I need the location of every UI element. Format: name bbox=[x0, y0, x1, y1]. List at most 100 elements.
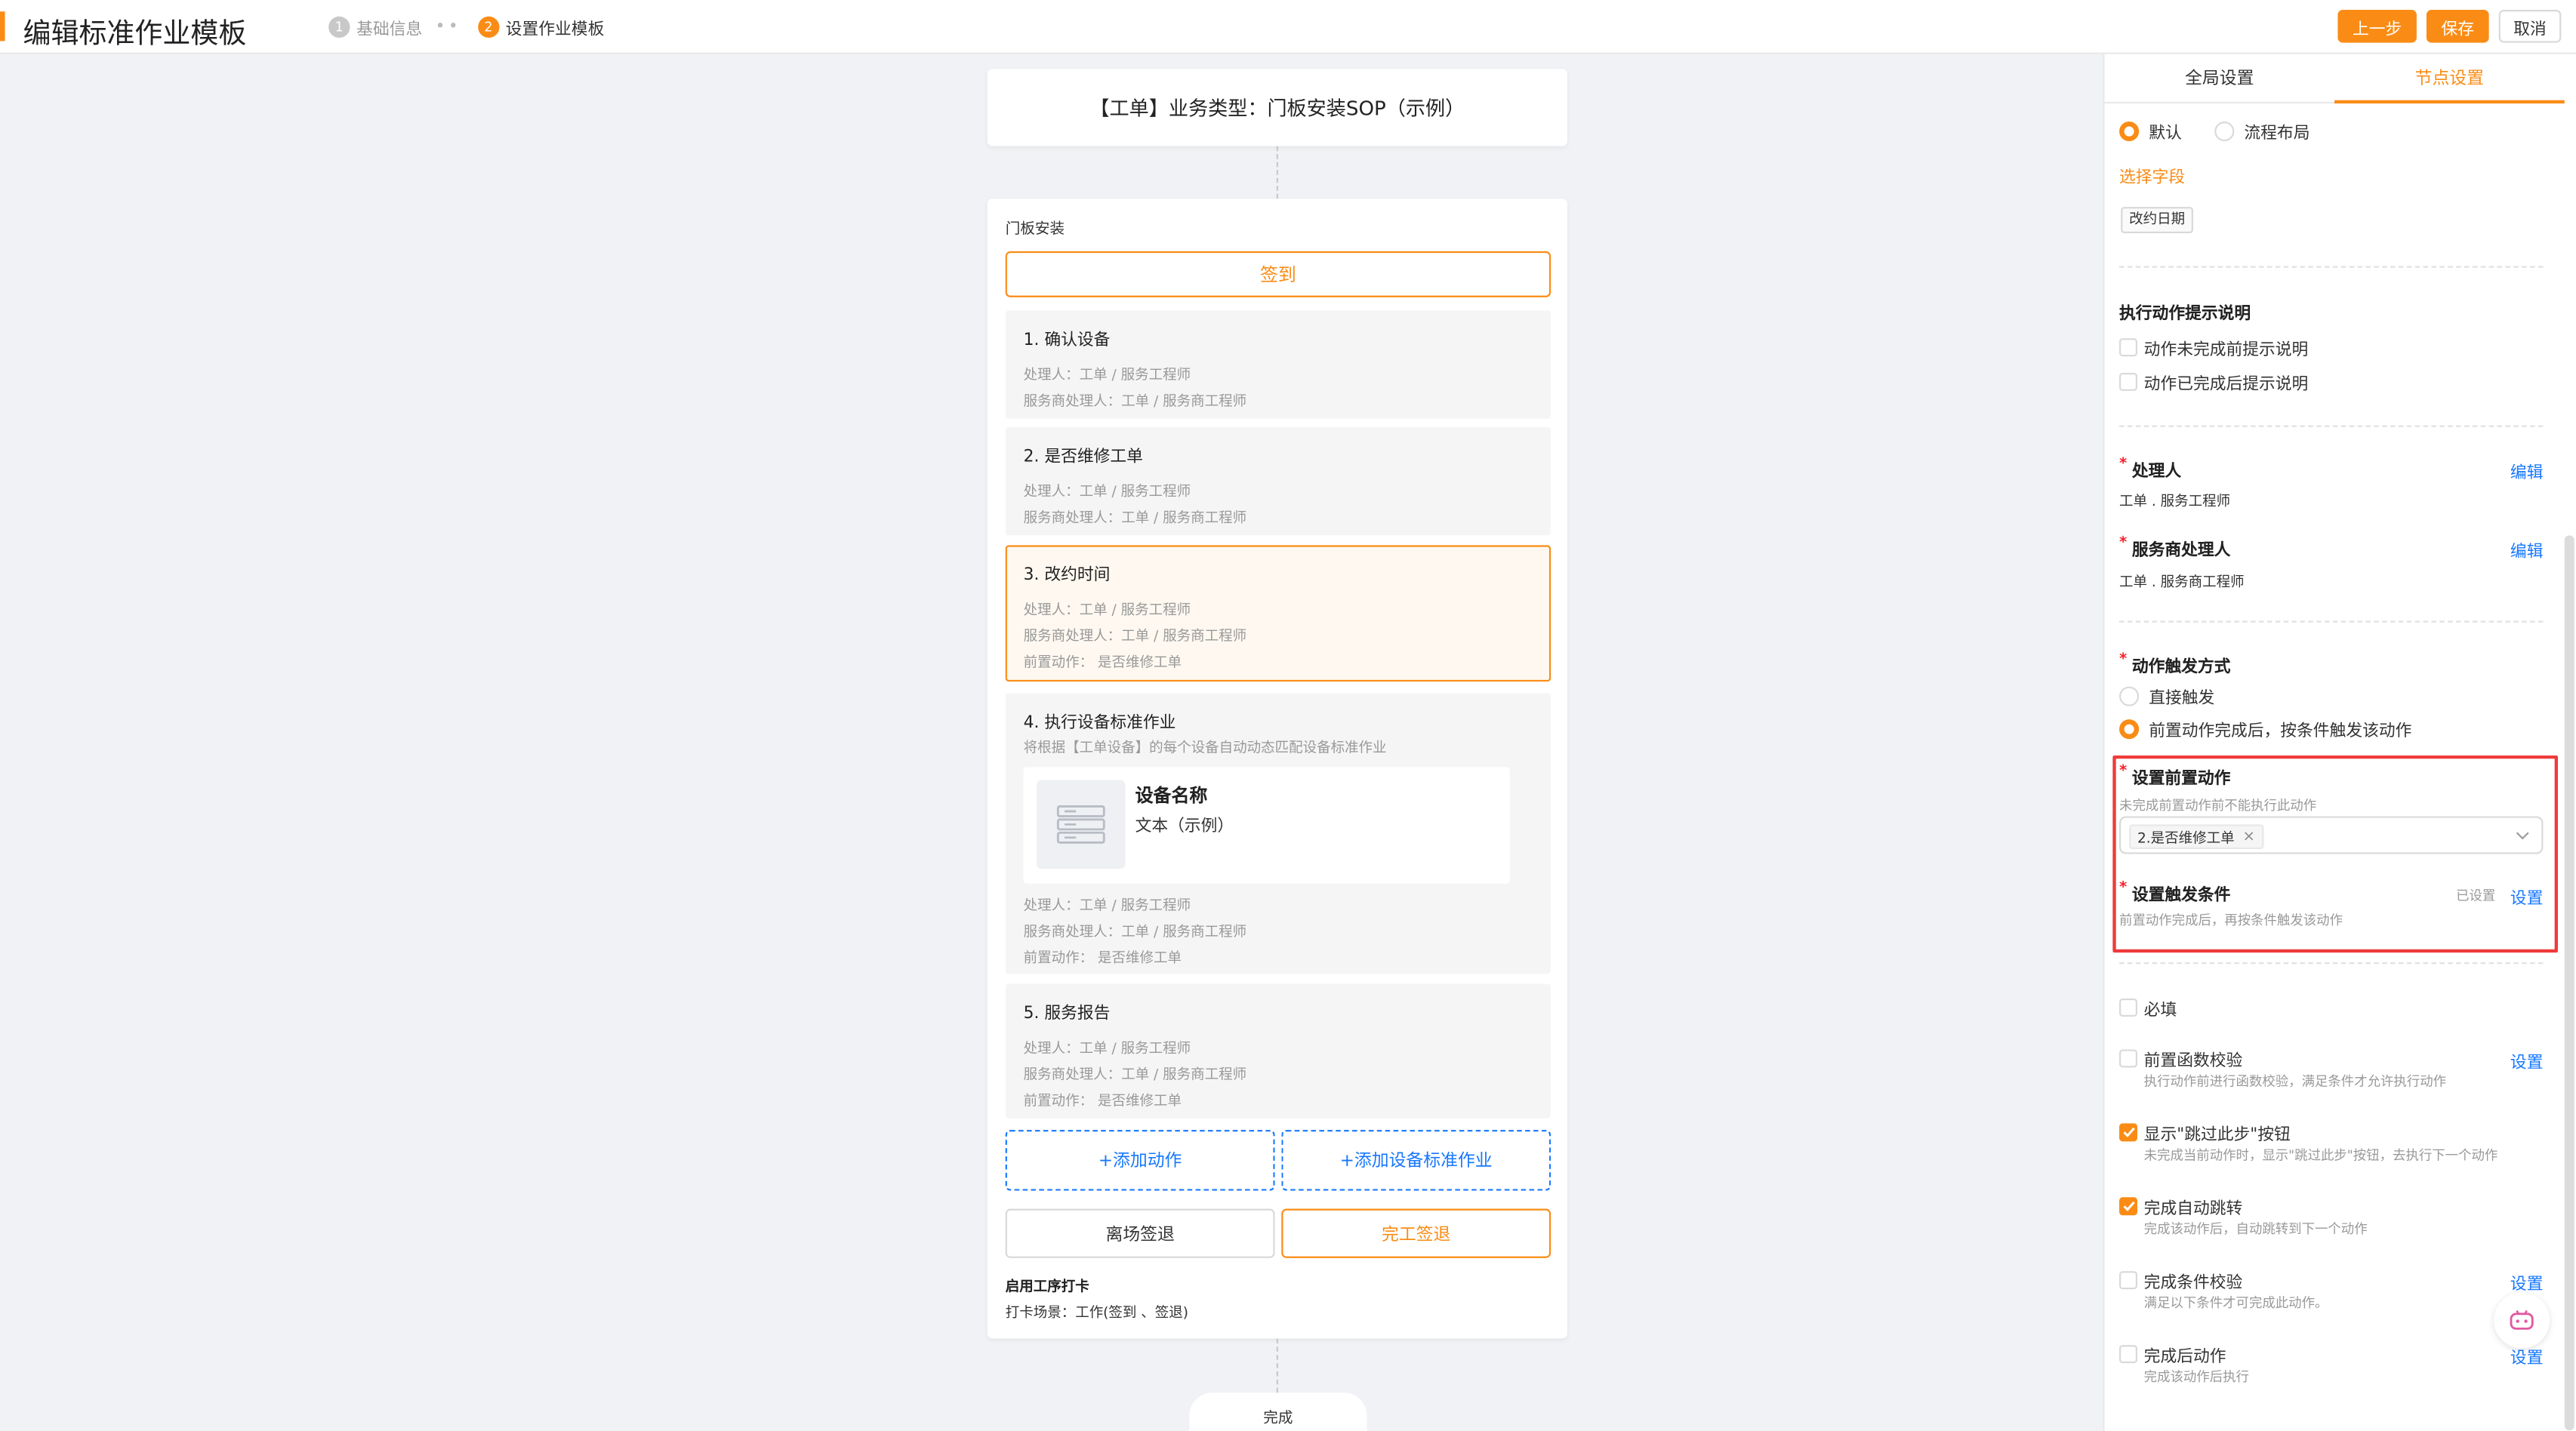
node-handler: 处理人：工单 / 服务工程师 bbox=[1023, 898, 1191, 916]
tab-node-settings[interactable]: 节点设置 bbox=[2334, 54, 2565, 104]
auto-jump-row[interactable]: 完成自动跳转 bbox=[2119, 1194, 2242, 1219]
radio-default-label: 默认 bbox=[2149, 125, 2182, 143]
radio-flow-layout-label: 流程布局 bbox=[2244, 125, 2310, 143]
complete-condition-row[interactable]: 完成条件校验 bbox=[2119, 1268, 2242, 1293]
node-title: 3. 改约时间 bbox=[1023, 566, 1111, 585]
required-mark: * bbox=[2119, 651, 2128, 669]
vendor-handler-title-text: 服务商处理人 bbox=[2131, 542, 2231, 561]
node-title: 1. 确认设备 bbox=[1023, 331, 1111, 350]
checkbox[interactable] bbox=[2119, 338, 2137, 357]
after-action-row[interactable]: 完成后动作 bbox=[2119, 1342, 2226, 1366]
radio-direct-trigger-label: 直接触发 bbox=[2149, 689, 2215, 708]
prev-step-button[interactable]: 上一步 bbox=[2337, 10, 2417, 43]
title-accent-bar bbox=[0, 11, 5, 42]
pre-function-check-label: 前置函数校验 bbox=[2143, 1052, 2243, 1071]
trigger-direct-row[interactable]: 直接触发 bbox=[2119, 683, 2214, 708]
node-pre-action: 前置动作： 是否维修工单 bbox=[1023, 950, 1182, 968]
node-vendor-handler: 服务商处理人：工单 / 服务商工程师 bbox=[1023, 394, 1247, 411]
set-condition-link[interactable]: 设置 bbox=[2510, 884, 2544, 908]
settings-panel: 全局设置 节点设置 默认 流程布局 选择字段 改约日期 执行动作提示说明 动作未… bbox=[2103, 54, 2576, 1431]
checkbox[interactable] bbox=[2119, 372, 2137, 391]
check-icon bbox=[2122, 1127, 2134, 1137]
node-handler: 处理人：工单 / 服务工程师 bbox=[1023, 602, 1191, 620]
step-basic-info[interactable]: 1 基础信息 bbox=[328, 15, 423, 40]
set-complete-condition-link[interactable]: 设置 bbox=[2510, 1269, 2544, 1294]
connector-line bbox=[1276, 1338, 1278, 1393]
required-mark: * bbox=[2119, 535, 2128, 552]
vendor-handler-title: * 服务商处理人 bbox=[2119, 535, 2230, 560]
select-field-link[interactable]: 选择字段 bbox=[2119, 162, 2185, 187]
device-sop-node[interactable]: 4. 执行设备标准作业 将根据【工单设备】的每个设备自动动态匹配设备标准作业 设… bbox=[1005, 693, 1551, 974]
chevron-down-icon[interactable] bbox=[2515, 831, 2530, 841]
add-device-sop-button[interactable]: +添加设备标准作业 bbox=[1281, 1130, 1551, 1191]
pre-action-select[interactable]: 2.是否维修工单 × bbox=[2119, 816, 2544, 854]
action-node-selected[interactable]: 3. 改约时间 处理人：工单 / 服务工程师 服务商处理人：工单 / 服务商工程… bbox=[1005, 545, 1551, 682]
tip-after-row[interactable]: 动作已完成后提示说明 bbox=[2119, 370, 2309, 395]
skip-button-label: 显示"跳过此步"按钮 bbox=[2143, 1126, 2291, 1145]
node-vendor-handler: 服务商处理人：工单 / 服务商工程师 bbox=[1023, 1067, 1247, 1085]
radio-conditional-trigger[interactable] bbox=[2119, 719, 2140, 739]
step-label: 基础信息 bbox=[356, 21, 423, 40]
pre-action-title: * 设置前置动作 bbox=[2119, 764, 2230, 789]
checkbox[interactable] bbox=[2119, 1049, 2137, 1068]
edit-handler-link[interactable]: 编辑 bbox=[2510, 458, 2544, 483]
node-pre-action: 前置动作： 是否维修工单 bbox=[1023, 1094, 1182, 1110]
field-tag[interactable]: 改约日期 bbox=[2121, 207, 2193, 233]
divider bbox=[2119, 620, 2544, 623]
end-node[interactable]: 完成 bbox=[1189, 1393, 1367, 1431]
settings-tabs: 全局设置 节点设置 bbox=[2104, 54, 2565, 104]
action-node[interactable]: 1. 确认设备 处理人：工单 / 服务工程师 服务商处理人：工单 / 服务商工程… bbox=[1005, 310, 1551, 419]
node-vendor-handler: 服务商处理人：工单 / 服务商工程师 bbox=[1023, 925, 1247, 941]
condition-title: * 设置触发条件 bbox=[2119, 880, 2230, 905]
set-pre-function-link[interactable]: 设置 bbox=[2510, 1048, 2544, 1072]
checkbox[interactable] bbox=[2119, 1345, 2137, 1364]
save-button[interactable]: 保存 bbox=[2426, 10, 2489, 43]
close-icon[interactable]: × bbox=[2243, 829, 2255, 845]
vendor-handler-value: 工单 . 服务商工程师 bbox=[2119, 574, 2245, 592]
sign-in-button[interactable]: 签到 bbox=[1005, 251, 1551, 297]
add-action-button[interactable]: +添加动作 bbox=[1005, 1130, 1275, 1191]
leave-sign-out-button[interactable]: 离场签退 bbox=[1005, 1208, 1275, 1258]
check-icon bbox=[2122, 1201, 2134, 1211]
node-description: 将根据【工单设备】的每个设备自动动态匹配设备标准作业 bbox=[1023, 740, 1387, 758]
radio-direct-trigger[interactable] bbox=[2119, 685, 2140, 706]
required-label: 必填 bbox=[2143, 1002, 2177, 1020]
node-handler: 处理人：工单 / 服务工程师 bbox=[1023, 1041, 1191, 1058]
condition-status: 已设置 bbox=[2456, 888, 2496, 903]
pre-function-check-row[interactable]: 前置函数校验 bbox=[2119, 1046, 2242, 1071]
trigger-conditional-row[interactable]: 前置动作完成后，按条件触发该动作 bbox=[2119, 716, 2411, 740]
tip-before-row[interactable]: 动作未完成前提示说明 bbox=[2119, 335, 2308, 360]
checkbox[interactable] bbox=[2119, 999, 2137, 1017]
cancel-button[interactable]: 取消 bbox=[2498, 10, 2562, 43]
edit-vendor-handler-link[interactable]: 编辑 bbox=[2510, 537, 2544, 562]
trigger-title-text: 动作触发方式 bbox=[2131, 658, 2231, 677]
checkbox[interactable] bbox=[2119, 1271, 2137, 1290]
business-type-card[interactable]: 【工单】业务类型：门板安装SOP（示例） bbox=[987, 69, 1567, 146]
flow-card: 门板安装 签到 1. 确认设备 处理人：工单 / 服务工程师 服务商处理人：工单… bbox=[987, 198, 1567, 1339]
radio-default[interactable] bbox=[2119, 120, 2140, 141]
assistant-bot-icon[interactable] bbox=[2494, 1292, 2550, 1349]
trigger-title: * 动作触发方式 bbox=[2119, 652, 2230, 677]
step-template-settings[interactable]: 2 设置作业模板 bbox=[477, 15, 604, 39]
pre-action-title-text: 设置前置动作 bbox=[2131, 770, 2231, 789]
tip-after-label: 动作已完成后提示说明 bbox=[2143, 376, 2309, 395]
auto-jump-hint: 完成该动作后，自动跳转到下一个动作 bbox=[2143, 1221, 2368, 1237]
complete-condition-hint: 满足以下条件才可完成此动作。 bbox=[2143, 1295, 2328, 1311]
skip-button-row[interactable]: 显示"跳过此步"按钮 bbox=[2119, 1120, 2291, 1145]
tab-global-settings[interactable]: 全局设置 bbox=[2104, 54, 2334, 102]
action-node[interactable]: 5. 服务报告 处理人：工单 / 服务工程师 服务商处理人：工单 / 服务商工程… bbox=[1005, 983, 1551, 1119]
handler-value: 工单 . 服务工程师 bbox=[2119, 494, 2231, 511]
condition-hint: 前置动作完成后，再按条件触发该动作 bbox=[2119, 912, 2343, 928]
finish-sign-out-button[interactable]: 完工签退 bbox=[1281, 1208, 1551, 1258]
action-node[interactable]: 2. 是否维修工单 处理人：工单 / 服务工程师 服务商处理人：工单 / 服务商… bbox=[1005, 426, 1551, 536]
checkbox-checked[interactable] bbox=[2119, 1123, 2137, 1142]
required-mark: * bbox=[2119, 763, 2128, 780]
punch-title: 启用工序打卡 bbox=[1005, 1279, 1089, 1296]
required-row[interactable]: 必填 bbox=[2119, 996, 2177, 1020]
radio-flow-layout[interactable] bbox=[2214, 120, 2235, 141]
condition-title-text: 设置触发条件 bbox=[2131, 887, 2231, 905]
flow-name: 门板安装 bbox=[1005, 221, 1065, 238]
complete-condition-label: 完成条件校验 bbox=[2143, 1274, 2243, 1293]
panel-scrollbar[interactable] bbox=[2564, 535, 2574, 1431]
checkbox-checked[interactable] bbox=[2119, 1197, 2137, 1216]
